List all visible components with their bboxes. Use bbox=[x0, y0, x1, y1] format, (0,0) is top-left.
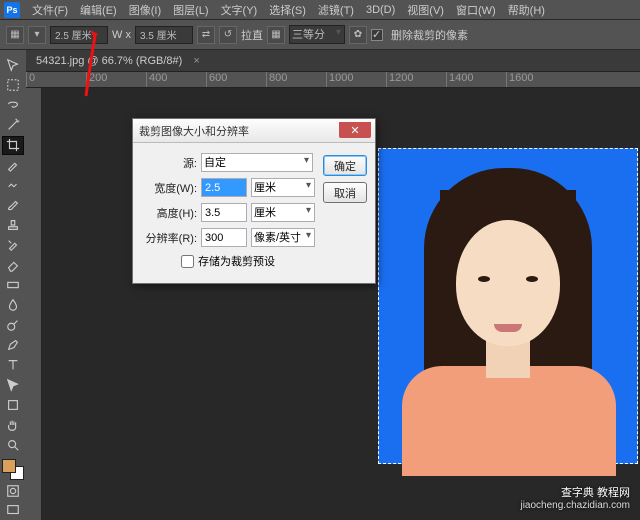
tool-type[interactable] bbox=[2, 355, 24, 374]
dialog-close-button[interactable]: ✕ bbox=[339, 122, 371, 138]
cancel-button[interactable]: 取消 bbox=[323, 182, 367, 203]
wx-label: W x bbox=[112, 29, 131, 41]
source-select[interactable]: 自定 bbox=[201, 153, 313, 172]
photo-content bbox=[378, 148, 638, 464]
menu-3d[interactable]: 3D(D) bbox=[360, 4, 401, 16]
annotation-arrow bbox=[80, 30, 110, 103]
settings-gear-icon[interactable]: ✿ bbox=[349, 26, 367, 44]
height-label: 高度(H): bbox=[141, 205, 197, 221]
tab-filename: 54321.jpg bbox=[36, 55, 84, 67]
tool-path[interactable] bbox=[2, 375, 24, 394]
menu-image[interactable]: 图像(I) bbox=[123, 2, 167, 18]
crop-height-input[interactable] bbox=[135, 26, 193, 44]
tool-blur[interactable] bbox=[2, 296, 24, 315]
height-unit-select[interactable]: 厘米 bbox=[251, 203, 315, 222]
menu-edit[interactable]: 编辑(E) bbox=[74, 2, 123, 18]
width-unit-select[interactable]: 厘米 bbox=[251, 178, 315, 197]
ruler-horizontal: 02004006008001000120014001600 bbox=[26, 72, 640, 88]
menu-type[interactable]: 文字(Y) bbox=[215, 2, 264, 18]
tool-marquee[interactable] bbox=[2, 76, 24, 95]
delete-pixels-checkbox[interactable] bbox=[371, 29, 383, 41]
tool-screenmode[interactable] bbox=[2, 501, 24, 520]
menu-select[interactable]: 选择(S) bbox=[263, 2, 312, 18]
source-label: 源: bbox=[141, 155, 197, 171]
tools-panel bbox=[0, 50, 26, 520]
preset-dropdown-icon[interactable]: ▾ bbox=[28, 26, 46, 44]
tool-brush[interactable] bbox=[2, 196, 24, 215]
crop-preset-icon[interactable]: ▦ bbox=[6, 26, 24, 44]
tab-close-icon[interactable]: × bbox=[193, 55, 199, 67]
menu-help[interactable]: 帮助(H) bbox=[502, 2, 551, 18]
tool-quickmask[interactable] bbox=[2, 481, 24, 500]
color-swatches[interactable] bbox=[2, 459, 24, 480]
tool-shape[interactable] bbox=[2, 395, 24, 414]
tool-heal[interactable] bbox=[2, 176, 24, 195]
straighten-label[interactable]: 拉直 bbox=[241, 27, 263, 43]
ok-button[interactable]: 确定 bbox=[323, 155, 367, 176]
tool-crop[interactable] bbox=[2, 136, 24, 155]
resolution-input[interactable] bbox=[201, 228, 247, 247]
tool-wand[interactable] bbox=[2, 116, 24, 135]
dialog-title-text: 裁剪图像大小和分辨率 bbox=[139, 123, 249, 139]
crop-size-dialog: 裁剪图像大小和分辨率 ✕ 源: 自定 宽度(W): 厘米 高度(H): 厘米 分… bbox=[132, 118, 376, 284]
tool-move[interactable] bbox=[2, 56, 24, 75]
tool-dodge[interactable] bbox=[2, 316, 24, 335]
watermark: 查字典 教程网 jiaocheng.chazidian.com bbox=[520, 487, 630, 512]
save-preset-label: 存储为裁剪预设 bbox=[198, 253, 275, 269]
delete-pixels-label: 删除裁剪的像素 bbox=[391, 27, 468, 43]
tool-lasso[interactable] bbox=[2, 96, 24, 115]
dialog-titlebar[interactable]: 裁剪图像大小和分辨率 ✕ bbox=[133, 119, 375, 143]
save-preset-checkbox[interactable] bbox=[181, 255, 194, 268]
tool-pen[interactable] bbox=[2, 335, 24, 354]
clear-icon[interactable]: ↺ bbox=[219, 26, 237, 44]
width-label: 宽度(W): bbox=[141, 180, 197, 196]
tab-mode: (RGB/8#) bbox=[136, 55, 182, 67]
ruler-vertical bbox=[26, 88, 42, 520]
tool-gradient[interactable] bbox=[2, 276, 24, 295]
swap-icon[interactable]: ⇄ bbox=[197, 26, 215, 44]
resolution-unit-select[interactable]: 像素/英寸 bbox=[251, 228, 315, 247]
tool-stamp[interactable] bbox=[2, 216, 24, 235]
document-tab[interactable]: 54321.jpg @ 66.7% (RGB/8#) × bbox=[28, 55, 208, 67]
tool-hand[interactable] bbox=[2, 415, 24, 434]
resolution-label: 分辨率(R): bbox=[141, 230, 197, 246]
menu-file[interactable]: 文件(F) bbox=[26, 2, 74, 18]
menu-bar: Ps 文件(F) 编辑(E) 图像(I) 图层(L) 文字(Y) 选择(S) 滤… bbox=[0, 0, 640, 20]
menu-filter[interactable]: 滤镜(T) bbox=[312, 2, 360, 18]
tool-eyedropper[interactable] bbox=[2, 156, 24, 175]
tool-zoom[interactable] bbox=[2, 435, 24, 454]
tool-eraser[interactable] bbox=[2, 256, 24, 275]
menu-window[interactable]: 窗口(W) bbox=[450, 2, 502, 18]
app-logo: Ps bbox=[4, 2, 20, 18]
grid-select[interactable]: 三等分 bbox=[289, 25, 345, 44]
tool-history-brush[interactable] bbox=[2, 236, 24, 255]
width-input[interactable] bbox=[201, 178, 247, 197]
height-input[interactable] bbox=[201, 203, 247, 222]
grid-icon[interactable]: ▦ bbox=[267, 26, 285, 44]
menu-layer[interactable]: 图层(L) bbox=[167, 2, 214, 18]
menu-view[interactable]: 视图(V) bbox=[401, 2, 450, 18]
